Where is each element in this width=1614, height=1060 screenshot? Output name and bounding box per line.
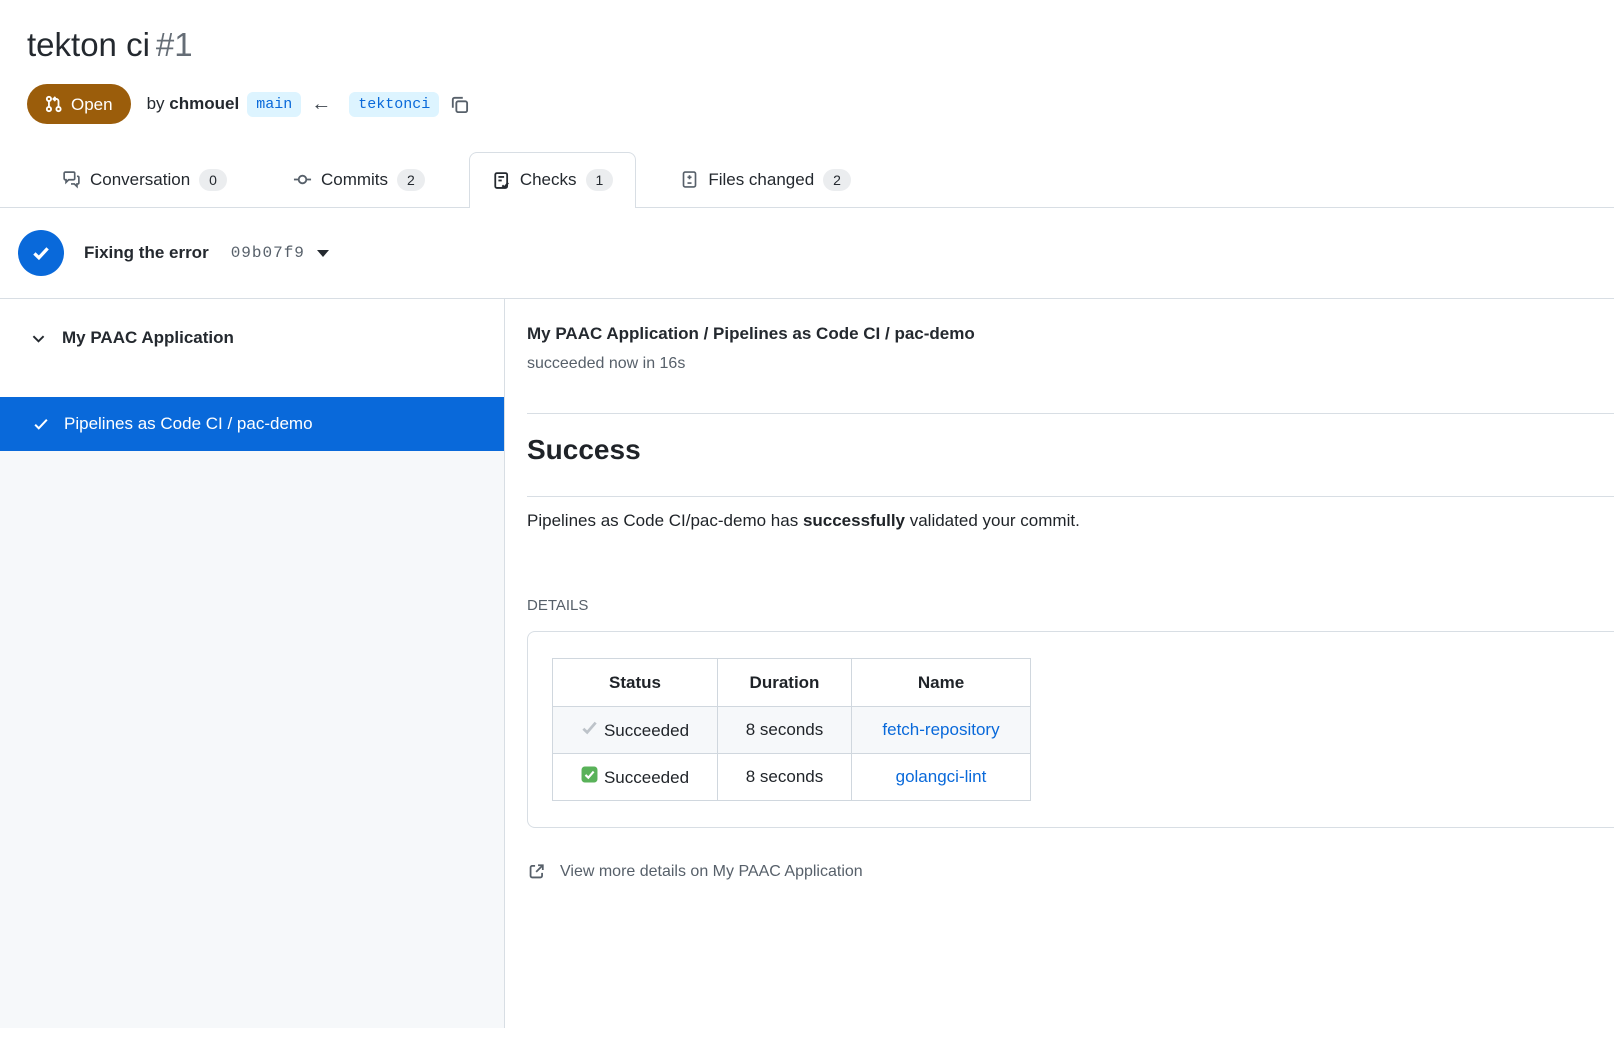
pr-header: tekton ci#1 Open by chmouel main ← tekto… — [0, 0, 1614, 124]
pr-tab-bar: Conversation 0 Commits 2 Checks 1 — [0, 152, 1614, 208]
commit-sha: 09b07f9 — [231, 244, 305, 262]
base-branch-label[interactable]: main — [247, 92, 301, 117]
view-more-details-link[interactable]: View more details on My PAAC Application — [527, 862, 863, 881]
pr-author: chmouel — [169, 94, 239, 113]
caret-down-icon — [317, 250, 329, 257]
gray-check-icon — [581, 719, 604, 736]
name-cell: golangci-lint — [852, 754, 1031, 801]
commit-sha-dropdown[interactable]: 09b07f9 — [231, 244, 329, 262]
divider — [527, 413, 1614, 414]
tab-commits[interactable]: Commits 2 — [271, 152, 447, 207]
duration-cell: 8 seconds — [718, 754, 852, 801]
merge-direction-arrow: ← — [311, 93, 331, 116]
task-link[interactable]: fetch-repository — [882, 720, 999, 739]
status-cell: Succeeded — [553, 707, 718, 754]
table-header-row: Status Duration Name — [553, 659, 1031, 707]
checks-layout: My PAAC Application Pipelines as Code CI… — [0, 299, 1614, 1028]
result-message-bold: successfully — [803, 511, 905, 530]
column-header-name: Name — [852, 659, 1031, 707]
checks-sidebar: My PAAC Application Pipelines as Code CI… — [0, 299, 505, 1028]
view-more-details-label: View more details on My PAAC Application — [560, 863, 863, 881]
tab-counter: 1 — [586, 169, 614, 191]
table-row: Succeeded 8 seconds fetch-repository — [553, 707, 1031, 754]
pr-state-badge: Open — [27, 84, 131, 124]
status-text: Succeeded — [604, 768, 689, 787]
check-icon — [32, 415, 50, 433]
pr-meta-row: Open by chmouel main ← tektonci — [27, 84, 1614, 124]
git-commit-icon — [293, 170, 312, 189]
comment-discussion-icon — [62, 170, 81, 189]
tab-label: Files changed — [708, 170, 814, 190]
pr-title-text: tekton ci — [27, 26, 150, 63]
check-run-panel: My PAAC Application / Pipelines as Code … — [505, 299, 1614, 1028]
head-branch-label[interactable]: tektonci — [349, 92, 439, 117]
tab-checks[interactable]: Checks 1 — [469, 152, 636, 208]
task-table: Status Duration Name Succeeded 8 seconds… — [552, 658, 1031, 801]
sidebar-filler — [0, 451, 504, 1028]
check-run-breadcrumb: My PAAC Application / Pipelines as Code … — [527, 323, 1614, 345]
copy-icon — [449, 94, 470, 115]
sidebar-group-my-paac-application[interactable]: My PAAC Application — [0, 299, 504, 350]
pr-state-label: Open — [71, 96, 113, 113]
divider — [527, 496, 1614, 497]
column-header-status: Status — [553, 659, 718, 707]
tab-label: Commits — [321, 170, 388, 190]
tab-counter: 0 — [199, 169, 227, 191]
sidebar-group-label: My PAAC Application — [62, 326, 234, 350]
details-label: DETAILS — [527, 597, 1614, 615]
tab-label: Checks — [520, 170, 577, 190]
tab-counter: 2 — [397, 169, 425, 191]
git-pull-request-icon — [45, 95, 63, 113]
commit-selector-bar: Fixing the error 09b07f9 — [0, 208, 1614, 299]
name-cell: fetch-repository — [852, 707, 1031, 754]
result-message-suffix: validated your commit. — [905, 511, 1080, 530]
table-row: Succeeded 8 seconds golangci-lint — [553, 754, 1031, 801]
details-box: Status Duration Name Succeeded 8 seconds… — [527, 631, 1614, 828]
sidebar-item-label: Pipelines as Code CI / pac-demo — [64, 414, 313, 434]
result-message-prefix: Pipelines as Code CI/pac-demo has — [527, 511, 803, 530]
check-run-status-line: succeeded now in 16s — [527, 354, 1614, 373]
tab-counter: 2 — [823, 169, 851, 191]
file-diff-icon — [680, 170, 699, 189]
tab-label: Conversation — [90, 170, 190, 190]
result-message: Pipelines as Code CI/pac-demo has succes… — [527, 510, 1614, 531]
tab-conversation[interactable]: Conversation 0 — [40, 152, 249, 207]
by-label: by — [147, 94, 165, 113]
status-text: Succeeded — [604, 721, 689, 740]
check-circle-icon — [18, 230, 64, 276]
chevron-down-icon — [30, 330, 47, 347]
column-header-duration: Duration — [718, 659, 852, 707]
copy-branch-button[interactable] — [449, 94, 470, 115]
checklist-icon — [492, 171, 511, 190]
task-link[interactable]: golangci-lint — [896, 767, 987, 786]
sidebar-item-pipelines-as-code-ci-pac-demo[interactable]: Pipelines as Code CI / pac-demo — [0, 397, 504, 451]
external-link-icon — [527, 862, 546, 881]
page-title: tekton ci#1 — [27, 26, 1614, 64]
pr-byline: by chmouel — [147, 94, 240, 114]
result-heading: Success — [527, 434, 1614, 466]
green-check-icon — [581, 766, 604, 783]
pr-number: #1 — [156, 26, 193, 63]
tab-files-changed[interactable]: Files changed 2 — [658, 152, 873, 207]
commit-message: Fixing the error — [84, 243, 209, 263]
duration-cell: 8 seconds — [718, 707, 852, 754]
status-cell: Succeeded — [553, 754, 718, 801]
